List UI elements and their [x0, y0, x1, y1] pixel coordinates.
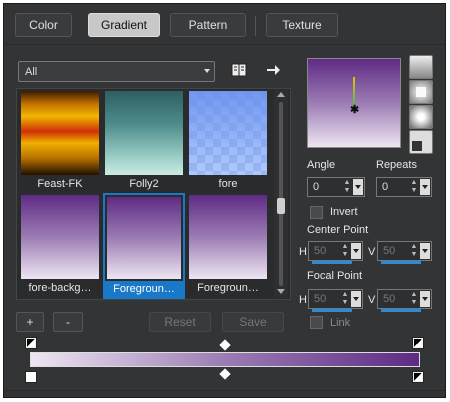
gradient-tile[interactable]: Foregroun…	[189, 195, 267, 294]
tile-label: fore-backg…	[28, 282, 92, 294]
tile-label: fore	[218, 178, 238, 190]
chevron-down-icon[interactable]	[353, 179, 363, 195]
gradient-preview[interactable]: ✱	[307, 58, 401, 148]
repeats-value: 0	[382, 181, 389, 193]
opacity-stop-right-icon[interactable]	[412, 337, 424, 349]
focal-v-value: 50	[383, 293, 396, 305]
angle-label: Angle	[307, 159, 336, 171]
center-v-slider[interactable]	[381, 261, 421, 264]
gallery-scrollbar[interactable]	[274, 90, 288, 298]
tab-gradient[interactable]: Gradient	[88, 13, 160, 37]
center-h-slider[interactable]	[312, 261, 352, 264]
updown-icon[interactable]: ▲ ▼	[340, 243, 350, 259]
arrow-right-icon[interactable]	[265, 62, 281, 78]
material-properties-panel: Color Gradient Pattern Texture All Feast…	[3, 3, 446, 398]
link-checkbox[interactable]	[310, 316, 323, 329]
category-dropdown-value: All	[25, 65, 38, 78]
repeats-stepper[interactable]: 0 ▲ ▼	[376, 177, 432, 197]
chevron-down-icon[interactable]	[420, 243, 430, 259]
gradient-swatch	[189, 195, 267, 279]
scroll-down-icon[interactable]	[277, 289, 285, 294]
invert-label: Invert	[330, 206, 358, 218]
add-gradient-button[interactable]: +	[16, 312, 44, 332]
center-h-stepper[interactable]: 50 ▲ ▼	[308, 241, 363, 264]
chevron-down-icon[interactable]	[420, 179, 430, 195]
gradient-editor-bar[interactable]	[30, 352, 420, 367]
gradient-swatch	[189, 91, 267, 175]
gradient-swatch	[21, 91, 99, 175]
updown-icon[interactable]: ▲ ▼	[409, 243, 419, 259]
radial-style-icon[interactable]	[409, 105, 433, 129]
center-point-icon[interactable]: ✱	[350, 103, 359, 116]
scrollbar-track	[279, 102, 283, 286]
chevron-down-icon[interactable]	[351, 291, 361, 307]
updown-icon[interactable]: ▲ ▼	[409, 291, 419, 307]
rectangular-style-icon[interactable]	[409, 80, 433, 104]
opacity-stop-left-icon[interactable]	[25, 337, 37, 349]
updown-icon[interactable]: ▲ ▼	[409, 179, 419, 195]
chevron-down-icon[interactable]	[420, 291, 430, 307]
gradient-swatch	[21, 195, 99, 279]
focal-v-slider[interactable]	[381, 309, 421, 312]
updown-icon[interactable]: ▲ ▼	[342, 179, 352, 195]
focal-point-label: Focal Point	[307, 270, 363, 282]
color-midpoint-icon[interactable]	[219, 368, 231, 380]
focal-h-stepper[interactable]: 50 ▲ ▼	[308, 289, 363, 312]
linear-style-icon[interactable]	[409, 55, 433, 79]
center-h-label: H	[299, 246, 307, 258]
tile-label: Folly2	[129, 178, 159, 190]
tab-texture[interactable]: Texture	[266, 13, 338, 37]
gradient-tile[interactable]: Folly2	[105, 91, 183, 190]
gradient-tile[interactable]: fore-backg…	[21, 195, 99, 294]
tile-label: Feast-FK	[37, 178, 83, 190]
tile-label: Foregroun…	[197, 282, 259, 294]
gradient-tile-selected[interactable]: Foregroun…	[103, 193, 185, 299]
gradient-swatch	[105, 91, 183, 175]
focal-h-value: 50	[314, 293, 327, 305]
reset-button[interactable]: Reset	[149, 312, 211, 332]
focal-v-stepper[interactable]: 50 ▲ ▼	[377, 289, 432, 312]
gradient-tile[interactable]: Feast-FK	[21, 91, 99, 190]
header-divider	[4, 44, 445, 45]
focal-h-label: H	[299, 294, 307, 306]
repeats-label: Repeats	[376, 159, 417, 171]
save-button[interactable]: Save	[222, 312, 284, 332]
footer-divider	[4, 390, 445, 391]
invert-checkbox[interactable]	[310, 206, 323, 219]
center-v-stepper[interactable]: 50 ▲ ▼	[377, 241, 432, 264]
center-v-label: V	[368, 246, 376, 258]
scrollbar-thumb[interactable]	[277, 198, 285, 214]
scroll-up-icon[interactable]	[277, 92, 285, 97]
angle-stepper[interactable]: 0 ▲ ▼	[307, 177, 365, 197]
link-label: Link	[330, 317, 351, 329]
gradient-tile[interactable]: fore	[189, 91, 267, 190]
gradient-swatch	[107, 197, 181, 279]
sunburst-style-icon[interactable]	[409, 130, 433, 154]
center-h-value: 50	[314, 245, 327, 257]
angle-value: 0	[313, 181, 320, 193]
focal-v-label: V	[368, 294, 376, 306]
focal-h-slider[interactable]	[312, 309, 352, 312]
opacity-midpoint-icon[interactable]	[219, 339, 231, 351]
tab-pattern[interactable]: Pattern	[170, 13, 246, 37]
updown-icon[interactable]: ▲ ▼	[340, 291, 350, 307]
tab-separator	[255, 16, 256, 36]
category-dropdown[interactable]: All	[18, 61, 215, 82]
chevron-down-icon	[204, 69, 210, 73]
tile-label: Foregroun…	[105, 281, 183, 297]
tab-color[interactable]: Color	[15, 13, 72, 37]
chevron-down-icon[interactable]	[351, 243, 361, 259]
book-icon[interactable]	[231, 62, 247, 78]
color-stop-left-icon[interactable]	[25, 371, 37, 383]
remove-gradient-button[interactable]: -	[53, 312, 83, 332]
color-stop-right-icon[interactable]	[412, 371, 424, 383]
center-point-label: Center Point	[307, 224, 369, 236]
center-v-value: 50	[383, 245, 396, 257]
